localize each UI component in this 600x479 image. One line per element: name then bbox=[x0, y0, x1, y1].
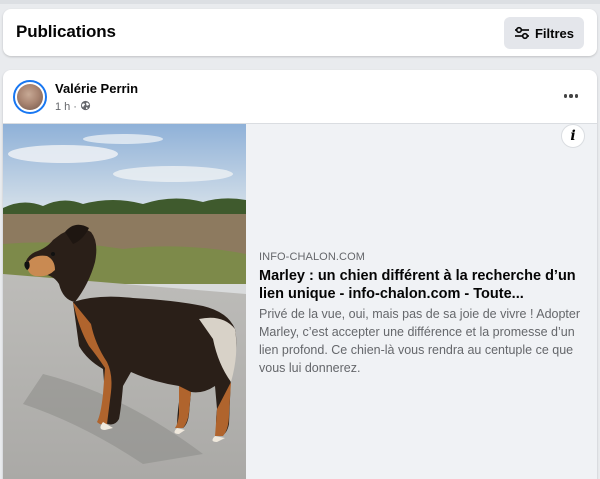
meta-separator: · bbox=[73, 101, 77, 113]
top-divider bbox=[0, 0, 600, 4]
more-options-button[interactable] bbox=[559, 88, 583, 104]
info-button[interactable]: i bbox=[561, 124, 585, 148]
post-time[interactable]: 1 h bbox=[55, 101, 70, 113]
link-preview-body[interactable]: i INFO-CHALON.COM Marley : un chien diff… bbox=[246, 124, 597, 479]
link-description: Privé de la vue, oui, mais pas de sa joi… bbox=[259, 307, 581, 375]
page-title: Publications bbox=[16, 22, 116, 41]
link-title[interactable]: Marley : un chien différent à la recherc… bbox=[259, 267, 589, 303]
post-card: Valérie Perrin 1 h · i INFO-CHALON.COM M… bbox=[3, 70, 597, 479]
sliders-icon bbox=[514, 26, 530, 40]
avatar[interactable] bbox=[13, 80, 47, 114]
post-meta: 1 h · bbox=[55, 100, 91, 114]
info-icon: i bbox=[570, 128, 576, 144]
filters-button[interactable]: Filtres bbox=[504, 17, 584, 49]
more-horizontal-icon bbox=[563, 94, 579, 98]
author-name[interactable]: Valérie Perrin bbox=[55, 81, 138, 96]
globe-icon bbox=[80, 100, 91, 114]
link-preview-image[interactable] bbox=[3, 124, 246, 479]
publications-header: Publications Filtres bbox=[3, 9, 597, 56]
link-preview[interactable]: i INFO-CHALON.COM Marley : un chien diff… bbox=[3, 123, 597, 479]
filters-label: Filtres bbox=[534, 25, 574, 41]
link-domain: INFO-CHALON.COM bbox=[259, 251, 365, 263]
